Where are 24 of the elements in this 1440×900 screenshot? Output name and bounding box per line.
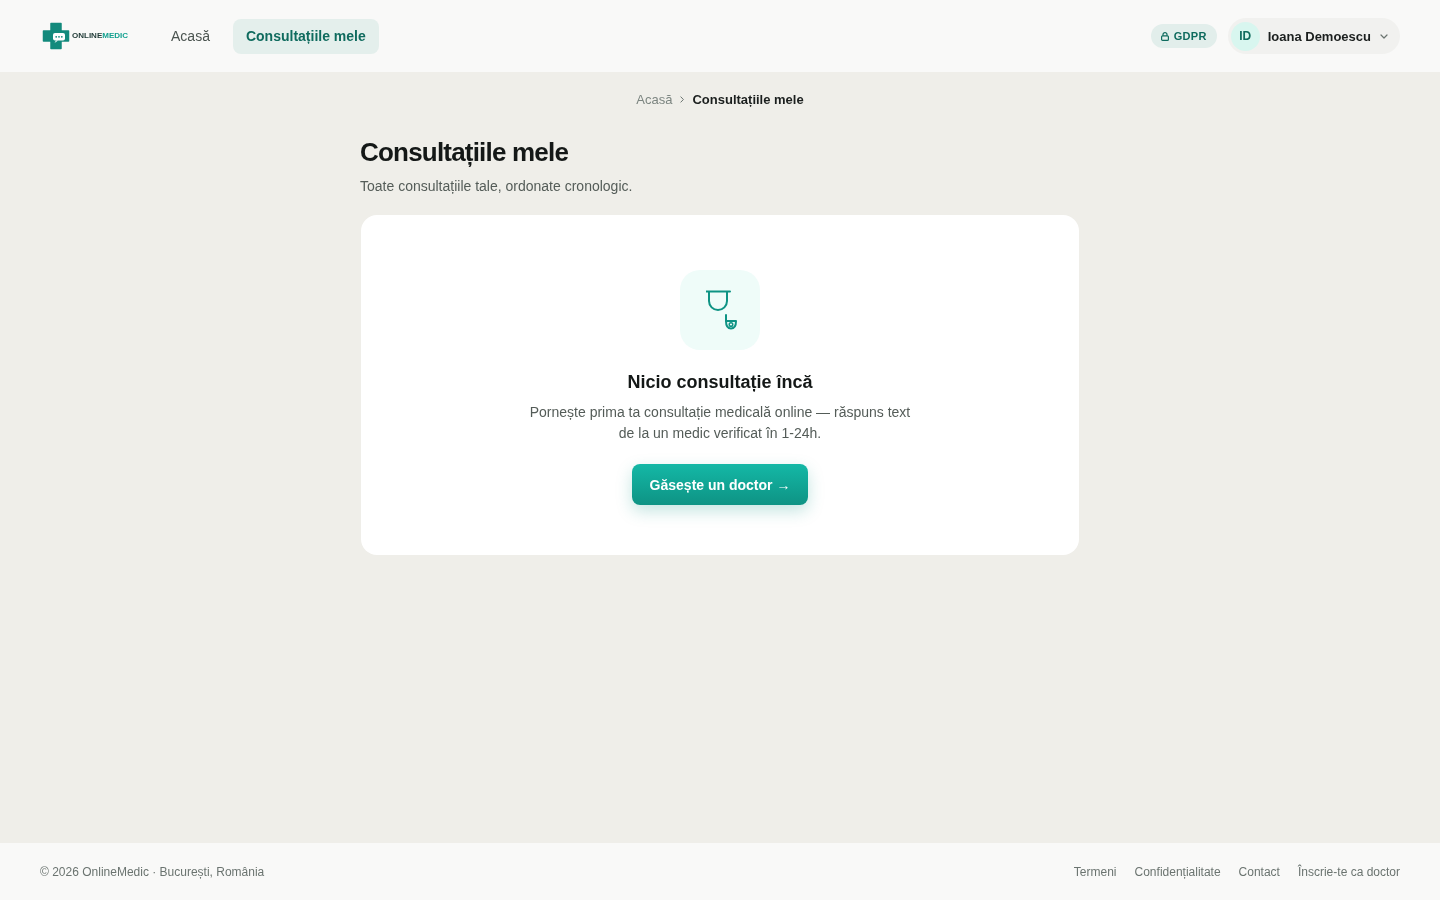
page-title: Consultațiile mele: [360, 136, 570, 168]
empty-state-title: Nicio consultație încă: [627, 371, 813, 394]
user-menu-button[interactable]: ID Ioana Demoescu: [1227, 18, 1400, 54]
avatar-initials: ID: [1230, 21, 1260, 51]
footer-link[interactable]: Înscrie-te ca doctor: [1297, 864, 1400, 879]
lock-icon: [1160, 31, 1169, 41]
nav-tab[interactable]: Consultațiile mele: [232, 18, 379, 54]
copyright-text: © 2026 OnlineMedic · București, România: [40, 864, 265, 879]
nav-tab[interactable]: Acasă: [158, 18, 223, 54]
empty-state-text: Pornește prima ta consultație medicală online — răspuns text de la un medic verificat în 1-24h.: [528, 403, 912, 443]
chevron-right-icon: [680, 96, 685, 103]
breadcrumb-current: Consultațiile mele: [692, 92, 804, 107]
breadcrumb-link[interactable]: Acasă: [636, 92, 673, 107]
medical-cross-icon: [42, 22, 70, 50]
find-doctor-button[interactable]: Găsește un doctor →: [631, 464, 809, 505]
user-name: Ioana Demoescu: [1267, 28, 1371, 44]
chevron-down-icon: [1380, 33, 1388, 39]
footer-link[interactable]: Contact: [1238, 864, 1280, 879]
badge-label: GDPR: [1173, 30, 1207, 42]
footer-link[interactable]: Termeni: [1073, 864, 1117, 879]
logo-text: ONLINEMEDIC: [72, 31, 128, 41]
stethoscope-icon: [680, 270, 760, 350]
footer-link[interactable]: Confidențialitate: [1134, 864, 1221, 879]
page-subtitle: Toate consultațiile tale, ordonate cronologic.: [360, 177, 634, 195]
